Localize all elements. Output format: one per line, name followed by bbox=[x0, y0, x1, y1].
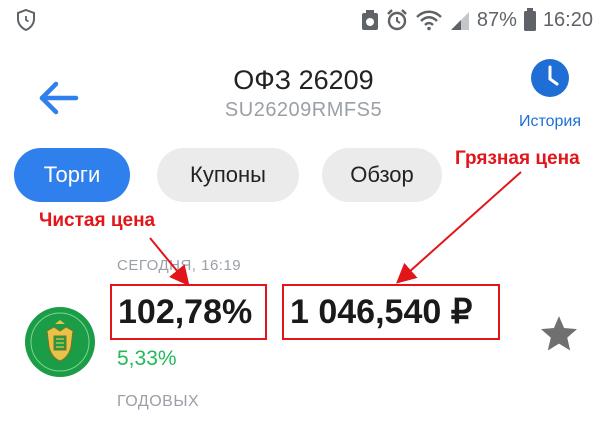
battery-icon bbox=[523, 8, 536, 31]
yield-value: 5,33% bbox=[117, 347, 177, 370]
clock-icon bbox=[531, 59, 569, 97]
yield-label: ГОДОВЫХ bbox=[117, 393, 200, 410]
tab-coupons[interactable]: Купоны bbox=[157, 148, 299, 202]
wifi-icon bbox=[416, 10, 442, 31]
app-bar: ОФЗ 26209 SU26209RMFS5 История bbox=[0, 48, 607, 138]
cellular-signal-icon bbox=[450, 12, 469, 30]
battery-percent: 87% bbox=[476, 8, 517, 31]
favorite-star-icon[interactable] bbox=[538, 313, 580, 355]
shield-icon bbox=[17, 8, 35, 32]
tab-trades[interactable]: Торги bbox=[14, 148, 130, 202]
history-button[interactable]: История bbox=[508, 58, 592, 138]
clean-price-annotation: Чистая цена bbox=[39, 210, 156, 231]
coat-of-arms-logo bbox=[25, 307, 95, 377]
history-label: История bbox=[518, 113, 582, 130]
status-bar: 87% 16:20 bbox=[0, 0, 607, 40]
dirty-price: 1 046,540 ₽ bbox=[282, 284, 500, 340]
alarm-icon bbox=[387, 9, 407, 31]
dirty-price-annotation: Грязная цена bbox=[455, 148, 580, 169]
clean-price: 102,78% bbox=[110, 284, 267, 340]
quote-time: СЕГОДНЯ, 16:19 bbox=[117, 257, 242, 274]
status-icons: 87% 16:20 bbox=[361, 6, 593, 34]
photo-notification-icon bbox=[361, 10, 378, 30]
tab-overview[interactable]: Обзор bbox=[322, 148, 442, 202]
status-time: 16:20 bbox=[542, 8, 593, 31]
